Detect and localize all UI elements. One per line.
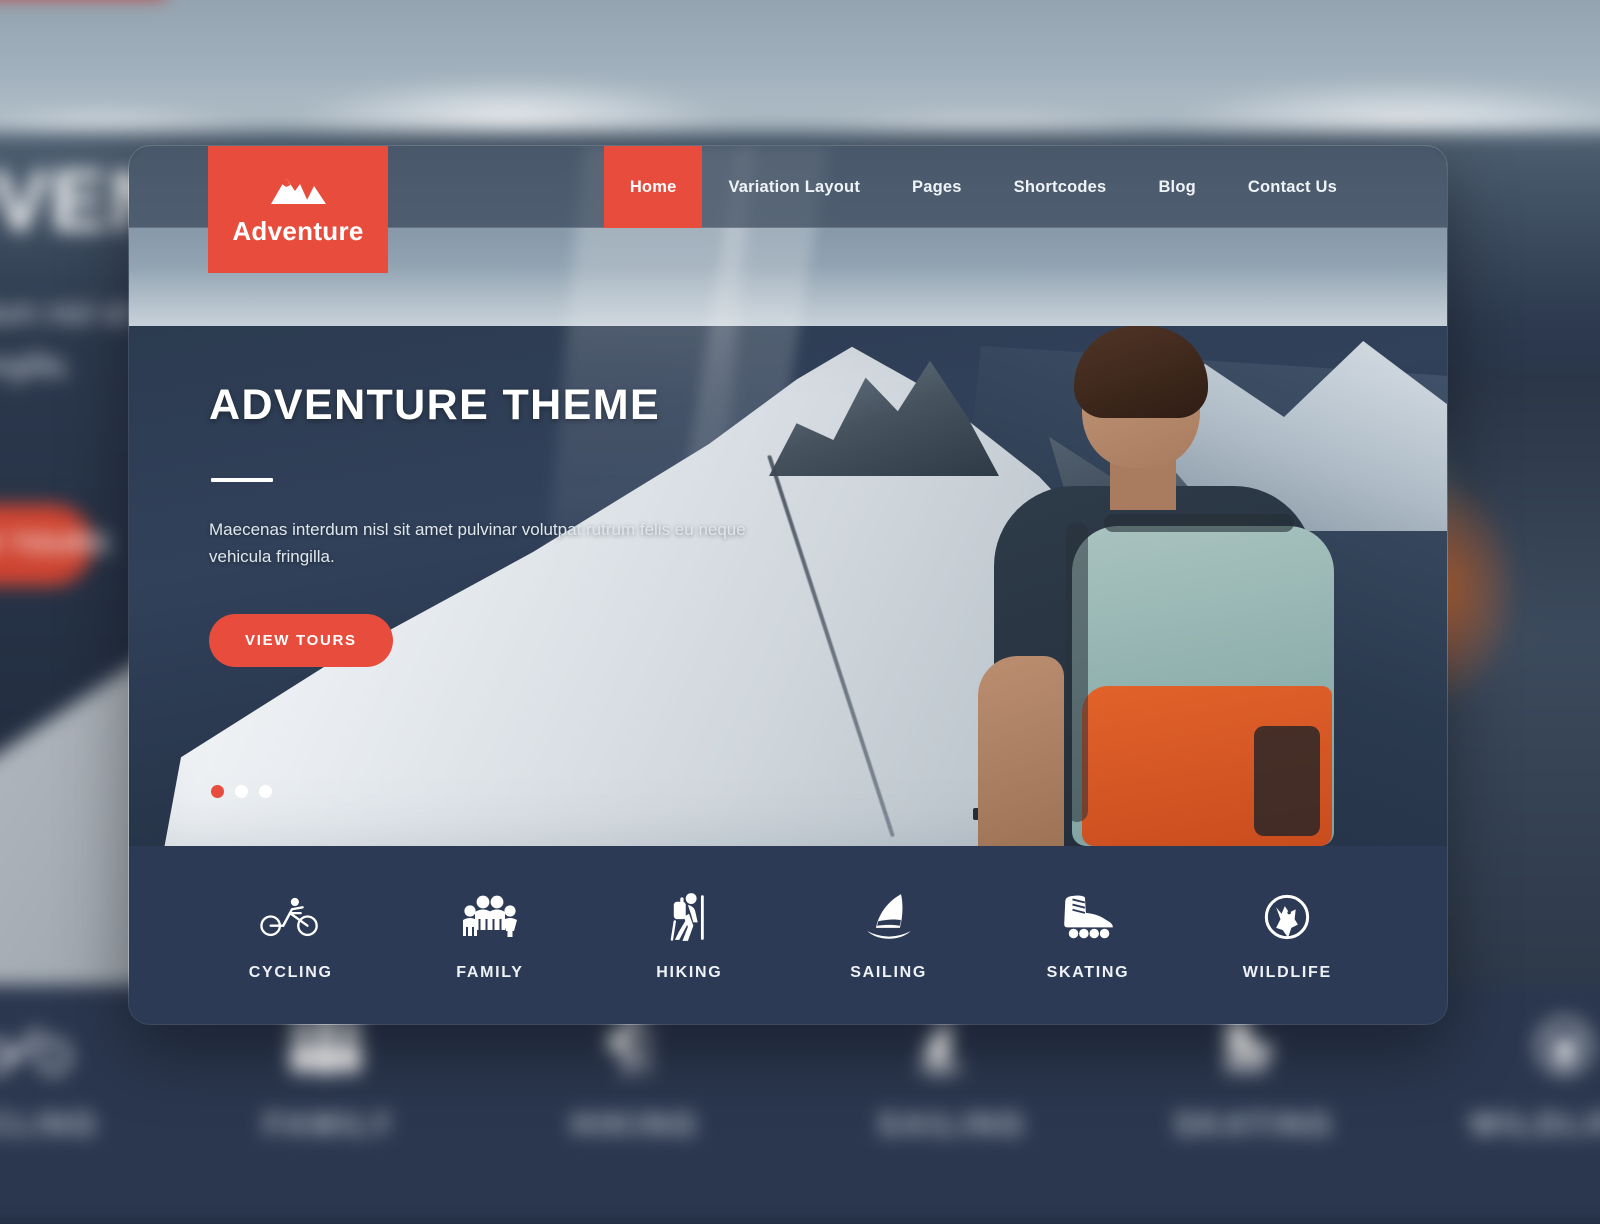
- hero-content: ADVENTURE THEME Maecenas interdum nisl s…: [209, 381, 749, 667]
- brand-name: Adventure: [232, 216, 363, 247]
- category-label-family: FAMILY: [456, 964, 523, 982]
- hiker-backpack-strap: [1066, 522, 1088, 822]
- nav-item-contact-us[interactable]: Contact Us: [1222, 146, 1363, 228]
- wildlife-icon: [1262, 890, 1312, 944]
- hiker-backpack-pocket: [1254, 726, 1320, 836]
- hero-title: ADVENTURE THEME: [209, 381, 749, 430]
- cycling-icon: [260, 890, 322, 944]
- slider-dot-1[interactable]: [211, 785, 224, 798]
- skating-icon: [1058, 890, 1118, 944]
- backdrop-family-icon: [280, 1015, 372, 1089]
- category-family[interactable]: FAMILY: [390, 890, 589, 982]
- hero-hiker-photo: [954, 326, 1404, 846]
- slider-dot-2[interactable]: [235, 785, 248, 798]
- category-label-skating: SKATING: [1047, 964, 1130, 982]
- category-label-hiking: HIKING: [656, 964, 722, 982]
- nav-item-shortcodes[interactable]: Shortcodes: [988, 146, 1133, 228]
- hero-description: Maecenas interdum nisl sit amet pulvinar…: [209, 516, 749, 570]
- backdrop-sailing-icon: [904, 1015, 977, 1089]
- view-tours-button[interactable]: VIEW TOURS: [209, 614, 393, 667]
- brand-logo[interactable]: Adventure: [208, 146, 388, 273]
- category-sailing[interactable]: SAILING: [789, 890, 988, 982]
- slider-dot-3[interactable]: [259, 785, 272, 798]
- hiker-arm: [978, 656, 1064, 846]
- hiker-hair: [1074, 326, 1208, 418]
- backdrop-label-hiking: HIKING: [571, 1108, 699, 1143]
- hero-divider: [211, 478, 273, 482]
- backdrop-label-sailing: SAILING: [878, 1108, 1026, 1143]
- category-bar: CYCLING FAMILY: [129, 846, 1448, 1025]
- hiking-icon: [664, 890, 714, 944]
- site-preview-card: Adventure Home Variation Layout Pages Sh…: [128, 145, 1448, 1025]
- backdrop-label-family: FAMILY: [264, 1108, 394, 1143]
- category-cycling[interactable]: CYCLING: [191, 890, 390, 982]
- category-wildlife[interactable]: WILDLIFE: [1188, 890, 1387, 982]
- backdrop-label-wildlife: WILDLIFE: [1470, 1108, 1600, 1143]
- backdrop-label-skating: SKATING: [1174, 1108, 1334, 1143]
- backdrop-skating-icon: [1206, 1015, 1287, 1089]
- nav-item-home[interactable]: Home: [604, 146, 703, 228]
- category-label-sailing: SAILING: [850, 964, 927, 982]
- backdrop-cycling-icon: [0, 1015, 74, 1089]
- hero-slider: Adventure Home Variation Layout Pages Sh…: [129, 146, 1448, 846]
- backdrop-hero-desc-2: hicula fringilla.: [0, 340, 72, 392]
- family-icon: [457, 890, 523, 944]
- sailing-icon: [864, 890, 914, 944]
- nav-item-pages[interactable]: Pages: [886, 146, 988, 228]
- category-label-cycling: CYCLING: [249, 964, 333, 982]
- backdrop-view-tours-label: VIEW TOURS: [0, 529, 111, 559]
- backdrop-wildlife-icon: [1528, 1015, 1600, 1089]
- hiker-backpack-top-strap: [1104, 514, 1294, 532]
- mountain-icon: [269, 172, 327, 206]
- category-label-wildlife: WILDLIFE: [1243, 964, 1332, 982]
- category-hiking[interactable]: HIKING: [590, 890, 789, 982]
- nav-item-variation-layout[interactable]: Variation Layout: [702, 146, 886, 228]
- slider-pagination: [211, 785, 272, 798]
- nav-item-blog[interactable]: Blog: [1132, 146, 1221, 228]
- backdrop-label-cycling: CYCLING: [0, 1108, 99, 1143]
- category-skating[interactable]: SKATING: [988, 890, 1187, 982]
- main-navigation: Home Variation Layout Pages Shortcodes B…: [604, 146, 1363, 228]
- backdrop-hiking-icon: [592, 1015, 665, 1089]
